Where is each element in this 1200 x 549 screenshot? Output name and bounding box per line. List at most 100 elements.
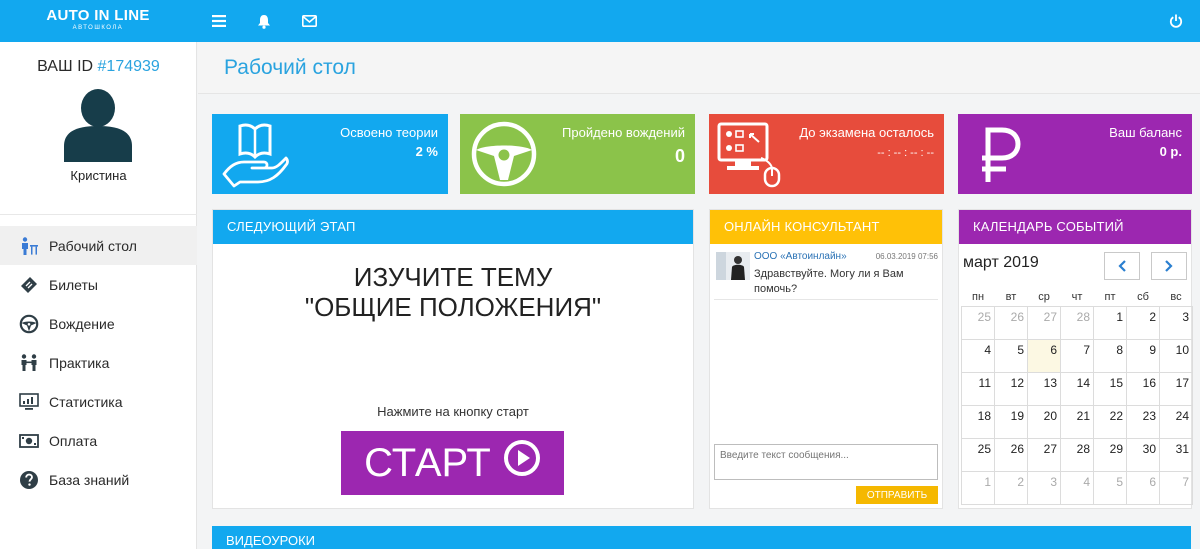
steering-wheel-icon xyxy=(19,314,39,334)
weekday: пн xyxy=(971,290,985,303)
start-hint: Нажмите на кнопку старт xyxy=(377,404,529,419)
calendar-day[interactable]: 12 xyxy=(994,371,1028,406)
calendar-day[interactable]: 22 xyxy=(1093,404,1127,439)
sidebar-item-desk[interactable]: Рабочий стол xyxy=(0,226,197,265)
tile-exam[interactable]: До экзамена осталось -- : -- : -- : -- xyxy=(709,114,944,194)
calendar-month: март 2019 xyxy=(963,254,1039,271)
power-icon[interactable] xyxy=(1166,11,1186,31)
calendar-day[interactable]: 11 xyxy=(961,371,995,406)
sidebar-item-knowledge[interactable]: База знаний xyxy=(0,460,197,499)
bell-icon[interactable] xyxy=(254,11,274,31)
logo[interactable]: AUTO IN LINE АВТОШКОЛА xyxy=(44,8,152,32)
calendar-day[interactable]: 26 xyxy=(994,437,1028,472)
calendar-next-button[interactable] xyxy=(1151,252,1187,280)
calendar-day[interactable]: 5 xyxy=(1093,470,1127,505)
calendar-day[interactable]: 21 xyxy=(1060,404,1094,439)
tile-label: Ваш баланс xyxy=(1109,125,1182,140)
calendar-day[interactable]: 9 xyxy=(1126,338,1160,373)
calendar-day[interactable]: 1 xyxy=(961,470,995,505)
calendar-day[interactable]: 13 xyxy=(1027,371,1061,406)
book-hand-icon xyxy=(220,122,290,193)
sidebar-item-label: Статистика xyxy=(49,393,123,410)
calendar-day[interactable]: 3 xyxy=(1159,305,1193,340)
weekday: чт xyxy=(1071,290,1083,303)
weekday: сб xyxy=(1137,290,1149,303)
calendar-day[interactable]: 28 xyxy=(1060,437,1094,472)
calendar-day-today[interactable]: 6 xyxy=(1027,338,1061,373)
sidebar-item-statistics[interactable]: Статистика xyxy=(0,382,197,421)
calendar-day[interactable]: 17 xyxy=(1159,371,1193,406)
calendar-prev-button[interactable] xyxy=(1104,252,1140,280)
user-id: ВАШ ID #174939 xyxy=(0,58,197,76)
user-name: Кристина xyxy=(70,168,127,183)
calendar-day[interactable]: 14 xyxy=(1060,371,1094,406)
calendar-weekdays: пн вт ср чт пт сб вс xyxy=(962,288,1193,306)
sidebar-item-practice[interactable]: Практика xyxy=(0,343,197,382)
calendar-week: 25 26 27 28 29 30 31 xyxy=(961,437,1193,472)
chat-message: ООО «Автоинлайн» 06.03.2019 07:56 Здравс… xyxy=(714,250,938,300)
calendar-day[interactable]: 18 xyxy=(961,404,995,439)
calendar-day[interactable]: 24 xyxy=(1159,404,1193,439)
calendar-day[interactable]: 28 xyxy=(1060,305,1094,340)
calendar-day[interactable]: 3 xyxy=(1027,470,1061,505)
tile-theory[interactable]: Освоено теории 2 % xyxy=(212,114,448,194)
chat-message-input[interactable] xyxy=(714,444,938,480)
sidebar-item-driving[interactable]: Вождение xyxy=(0,304,197,343)
question-icon xyxy=(19,470,39,490)
calendar-day[interactable]: 2 xyxy=(1126,305,1160,340)
calendar-day[interactable]: 6 xyxy=(1126,470,1160,505)
calendar-day[interactable]: 5 xyxy=(994,338,1028,373)
calendar-day[interactable]: 30 xyxy=(1126,437,1160,472)
calendar-day[interactable]: 10 xyxy=(1159,338,1193,373)
calendar-day[interactable]: 7 xyxy=(1159,470,1193,505)
weekday: вт xyxy=(1005,290,1017,303)
video-lessons-header: ВИДЕОУРОКИ xyxy=(212,526,1191,549)
steering-wheel-icon xyxy=(470,120,538,193)
ruble-icon xyxy=(980,126,1022,189)
panel-header: КАЛЕНДАРЬ СОБЫТИЙ xyxy=(959,210,1191,244)
calendar-day[interactable]: 29 xyxy=(1093,437,1127,472)
sidebar-item-payment[interactable]: Оплата xyxy=(0,421,197,460)
calendar-day[interactable]: 19 xyxy=(994,404,1028,439)
stats-icon xyxy=(19,392,39,412)
tile-label: До экзамена осталось xyxy=(799,125,934,140)
mail-icon[interactable] xyxy=(299,11,319,31)
start-button[interactable]: СТАРТ xyxy=(341,431,564,495)
calendar-day[interactable]: 15 xyxy=(1093,371,1127,406)
weekday: пт xyxy=(1104,290,1116,303)
calendar-day[interactable]: 1 xyxy=(1093,305,1127,340)
calendar-day[interactable]: 4 xyxy=(1060,470,1094,505)
calendar-day[interactable]: 25 xyxy=(961,437,995,472)
next-stage-panel: СЛЕДУЮЩИЙ ЭТАП ИЗУЧИТЕ ТЕМУ "ОБЩИЕ ПОЛОЖ… xyxy=(212,209,694,509)
calendar-day[interactable]: 27 xyxy=(1027,437,1061,472)
calendar-day[interactable]: 25 xyxy=(961,305,995,340)
calendar-day[interactable]: 20 xyxy=(1027,404,1061,439)
user-id-value: #174939 xyxy=(97,58,160,75)
tile-balance[interactable]: Ваш баланс 0 р. xyxy=(958,114,1192,194)
calendar-grid: пн вт ср чт пт сб вс 25 26 27 28 1 2 3 4… xyxy=(961,288,1193,505)
sidebar-item-label: Билеты xyxy=(49,276,98,293)
calendar-day[interactable]: 8 xyxy=(1093,338,1127,373)
chat-send-button[interactable]: ОТПРАВИТЬ xyxy=(856,486,938,504)
calendar-day[interactable]: 2 xyxy=(994,470,1028,505)
sidebar-item-tickets[interactable]: Билеты xyxy=(0,265,197,304)
calendar-day[interactable]: 16 xyxy=(1126,371,1160,406)
chevron-left-icon xyxy=(1118,260,1126,272)
calendar-day[interactable]: 4 xyxy=(961,338,995,373)
calendar-day[interactable]: 26 xyxy=(994,305,1028,340)
calendar-day[interactable]: 7 xyxy=(1060,338,1094,373)
sidebar: ВАШ ID #174939 Кристина Рабочий стол Бил… xyxy=(0,42,197,549)
panel-header: СЛЕДУЮЩИЙ ЭТАП xyxy=(213,210,693,244)
user-id-label: ВАШ ID xyxy=(37,58,98,75)
practice-icon xyxy=(19,353,39,373)
tile-driving[interactable]: Пройдено вождений 0 xyxy=(460,114,695,194)
consultant-avatar xyxy=(716,252,750,280)
calendar-day[interactable]: 27 xyxy=(1027,305,1061,340)
sidebar-divider xyxy=(0,214,197,215)
calendar-day[interactable]: 23 xyxy=(1126,404,1160,439)
chat-panel: ОНЛАЙН КОНСУЛЬТАНТ ООО «Автоинлайн» 06.0… xyxy=(709,209,943,509)
weekday: ср xyxy=(1038,290,1050,303)
calendar-day[interactable]: 31 xyxy=(1159,437,1193,472)
menu-icon[interactable] xyxy=(209,11,229,31)
tile-label: Пройдено вождений xyxy=(562,125,685,140)
